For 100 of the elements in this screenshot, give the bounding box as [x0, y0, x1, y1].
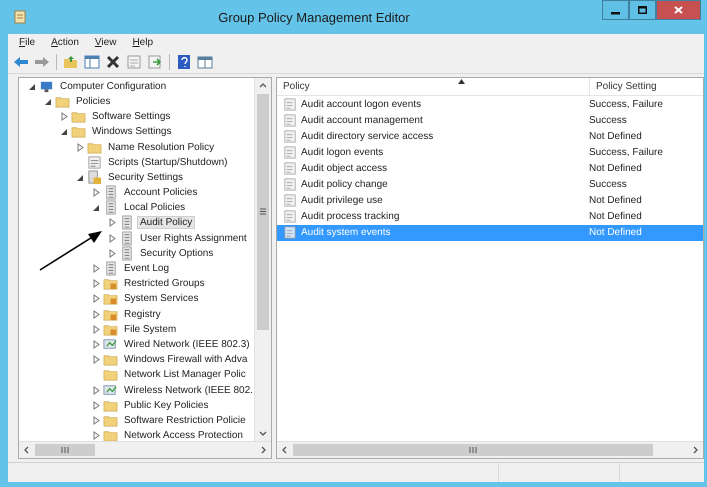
policy-icon [283, 177, 298, 192]
tree-item[interactable]: Name Resolution Policy [105, 140, 218, 154]
tree-item[interactable]: Event Log [121, 262, 172, 276]
list-row[interactable]: Audit directory service access Not Defined [277, 128, 703, 145]
collapsed-arrow-icon[interactable] [108, 248, 117, 258]
expanded-arrow-icon[interactable] [76, 172, 85, 182]
policy-name: Audit process tracking [301, 211, 400, 222]
policy-icon [283, 209, 298, 224]
collapsed-arrow-icon[interactable] [108, 218, 117, 228]
policy-setting: Success [588, 115, 627, 126]
policy-setting: Not Defined [588, 131, 642, 142]
list-row[interactable]: Audit account management Success [277, 112, 703, 129]
policy-name: Audit policy change [301, 179, 388, 190]
close-button[interactable] [656, 0, 701, 20]
minimize-icon [611, 12, 620, 14]
tree-item[interactable]: Scripts (Startup/Shutdown) [105, 156, 230, 169]
policy-name: Audit object access [301, 163, 388, 174]
tree-item[interactable]: File System [121, 322, 180, 336]
menu-item[interactable]: View [88, 36, 124, 50]
tree-item[interactable]: Wired Network (IEEE 802.3) [121, 338, 253, 351]
list-row[interactable]: Audit logon events Success, Failure [277, 144, 703, 161]
collapsed-arrow-icon[interactable] [92, 416, 101, 425]
policy-name: Audit directory service access [301, 131, 434, 142]
policy-setting: Not Defined [588, 227, 642, 238]
policy-icon [283, 97, 298, 112]
collapsed-arrow-icon[interactable] [76, 142, 85, 152]
tree-item[interactable]: Local Policies [121, 201, 188, 214]
list-row[interactable]: Audit account logon events Success, Failure [277, 96, 703, 113]
menu-item[interactable]: Help [125, 36, 160, 50]
tree-item[interactable]: Account Policies [121, 186, 200, 200]
collapsed-arrow-icon[interactable] [92, 294, 101, 304]
tree-item[interactable]: System Services [121, 292, 202, 306]
export-icon[interactable] [146, 53, 164, 72]
scrollbar-thumb[interactable] [257, 94, 269, 330]
tree-pane-icon[interactable] [83, 53, 101, 72]
security-icon [87, 170, 102, 185]
expanded-arrow-icon[interactable] [44, 96, 53, 106]
policy-setting: Not Defined [588, 195, 642, 206]
minimize-button[interactable] [602, 0, 629, 20]
policy-setting: Not Defined [588, 163, 642, 174]
tree-item[interactable]: User Rights Assignment [137, 232, 250, 245]
policy-icon [283, 225, 298, 240]
tree-item[interactable]: Windows Settings [89, 125, 174, 138]
tree-item[interactable]: Wireless Network (IEEE 802. [121, 384, 254, 397]
policy-icon [283, 193, 298, 208]
tree-item[interactable]: Software Settings [89, 110, 174, 124]
scrollbar-thumb[interactable] [35, 444, 95, 456]
collapsed-arrow-icon[interactable] [92, 355, 101, 364]
collapsed-arrow-icon[interactable] [92, 279, 101, 288]
column-header[interactable]: Policy Setting [596, 80, 657, 92]
column-header[interactable]: Policy [283, 80, 310, 92]
help-icon[interactable] [175, 53, 193, 72]
policy-name: Audit privilege use [301, 195, 383, 206]
tree-item[interactable]: Restricted Groups [121, 277, 208, 290]
policy-setting: Success, Failure [588, 99, 663, 110]
policy-setting: Success, Failure [588, 147, 663, 158]
tree-item[interactable]: Security Settings [105, 170, 186, 184]
collapsed-arrow-icon[interactable] [92, 324, 101, 334]
collapsed-arrow-icon[interactable] [60, 112, 69, 122]
collapsed-arrow-icon[interactable] [92, 431, 101, 440]
policy-name: Audit logon events [301, 147, 384, 158]
tree-item[interactable]: Network List Manager Polic [121, 368, 249, 382]
collapsed-arrow-icon[interactable] [92, 264, 101, 274]
collapsed-arrow-icon[interactable] [92, 400, 101, 410]
close-icon [674, 6, 683, 14]
tree-item[interactable]: Audit Policy [137, 216, 196, 230]
tree-item[interactable]: Software Restriction Policie [121, 414, 249, 427]
tree-item[interactable]: Windows Firewall with Adva [121, 353, 250, 366]
menu-item[interactable]: Action [44, 36, 86, 50]
list-row[interactable]: Audit policy change Success [277, 176, 703, 193]
document-icon [87, 154, 102, 170]
window-title: Group Policy Management Editor [217, 10, 411, 24]
list-row[interactable]: Audit privilege use Not Defined [277, 192, 703, 209]
expanded-arrow-icon[interactable] [28, 82, 37, 91]
tree-item[interactable]: Registry [121, 308, 164, 321]
collapsed-arrow-icon[interactable] [92, 310, 101, 319]
policy-setting: Success [588, 179, 627, 190]
list-row[interactable]: Audit object access Not Defined [277, 160, 703, 177]
policy-name: Audit account logon events [301, 99, 422, 110]
maximize-button[interactable] [629, 0, 656, 20]
collapsed-arrow-icon[interactable] [108, 234, 117, 243]
expanded-arrow-icon[interactable] [92, 203, 101, 212]
policy-setting: Not Defined [588, 211, 642, 222]
expanded-arrow-icon[interactable] [60, 127, 69, 136]
policy-icon [283, 161, 298, 176]
maximize-icon [638, 6, 647, 14]
scrollbar-thumb[interactable] [293, 444, 653, 456]
list-row[interactable]: Audit process tracking Not Defined [277, 208, 703, 225]
policy-icon [283, 129, 298, 144]
tree-item[interactable]: Computer Configuration [57, 80, 170, 93]
tree-item[interactable]: Network Access Protection [121, 429, 246, 441]
tree-item[interactable]: Public Key Policies [121, 398, 212, 412]
tree-item[interactable]: Security Options [137, 246, 216, 260]
tree-item[interactable]: Policies [73, 94, 114, 108]
collapsed-arrow-icon[interactable] [92, 340, 101, 349]
policy-name: Audit system events [301, 227, 390, 238]
collapsed-arrow-icon[interactable] [92, 188, 101, 198]
collapsed-arrow-icon[interactable] [92, 386, 101, 395]
menu-item[interactable]: File [12, 36, 42, 50]
policy-name: Audit account management [301, 115, 423, 126]
